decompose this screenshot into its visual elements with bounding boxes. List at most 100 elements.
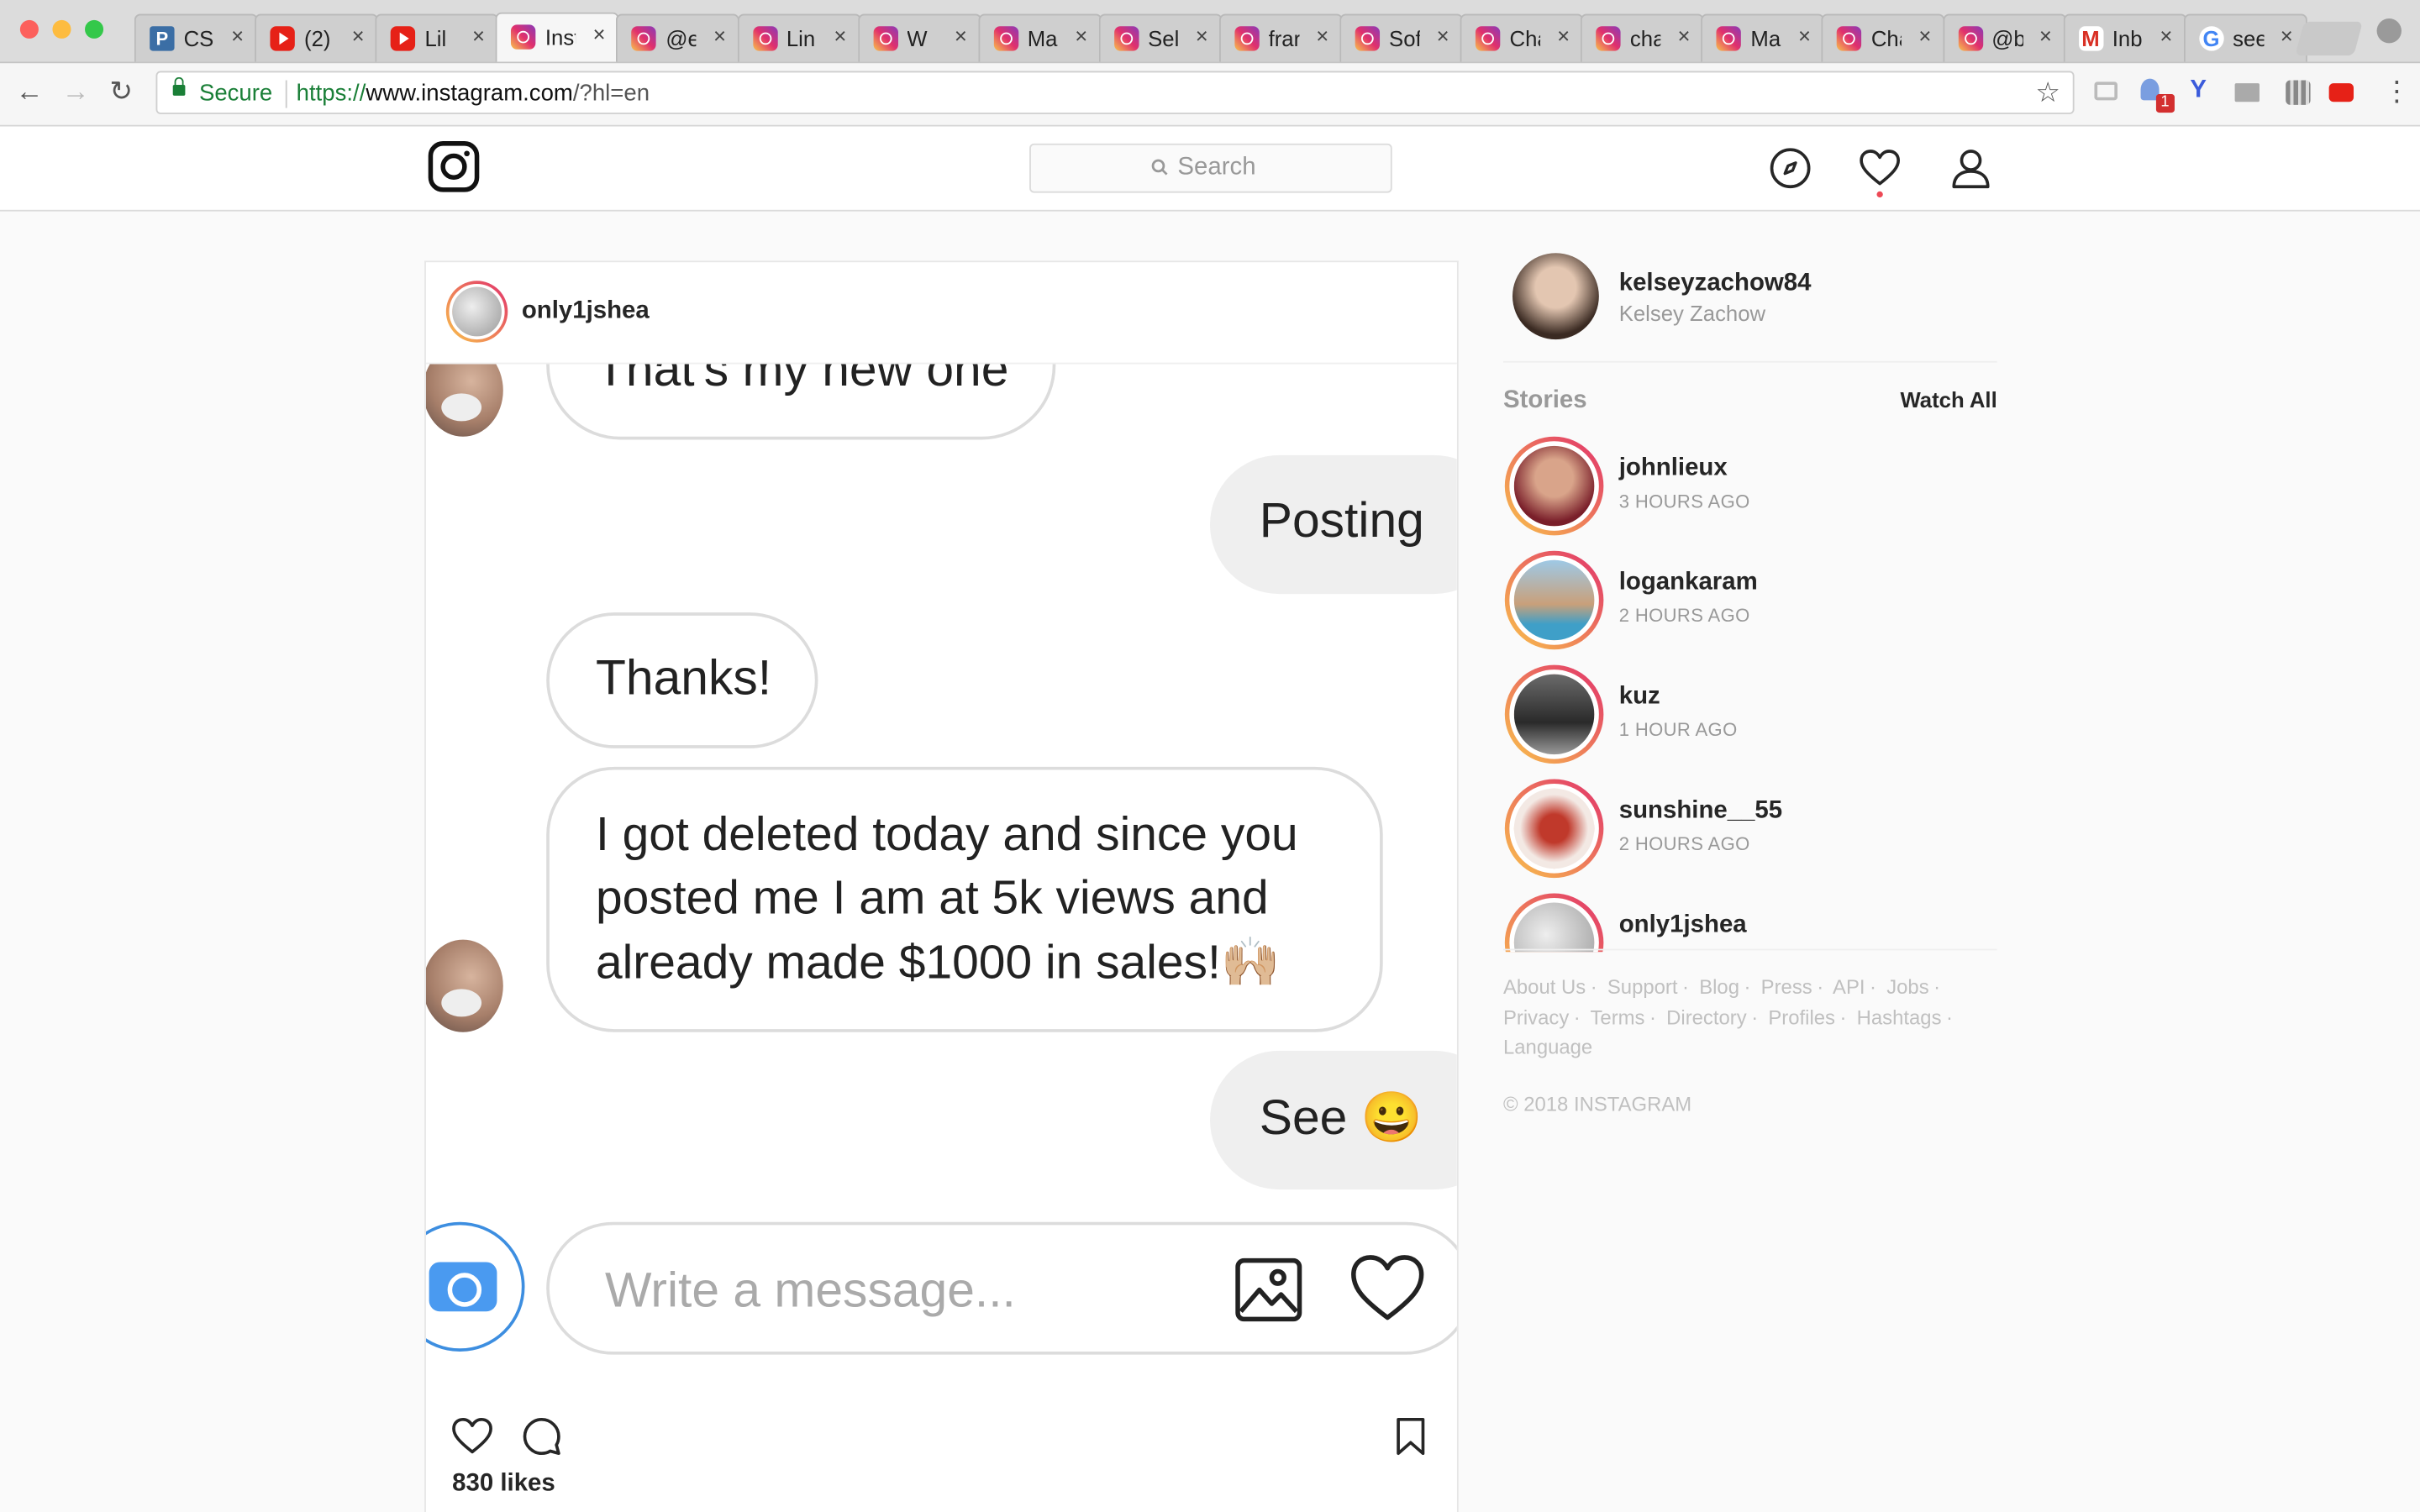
story-item[interactable]: only1jshea (1503, 893, 1997, 953)
tab-close-icon[interactable]: × (1196, 24, 1208, 48)
tab-close-icon[interactable]: × (1557, 24, 1570, 48)
new-tab-button[interactable] (2295, 21, 2363, 56)
browser-tab[interactable]: (2) × (255, 13, 379, 62)
tab-close-icon[interactable]: × (2160, 24, 2172, 48)
profile-person-icon[interactable] (1949, 146, 1992, 189)
watch-all-link[interactable]: Watch All (1900, 387, 1996, 412)
extension-badge: 1 (2155, 94, 2175, 113)
dm-message-bubble: Thanks! (546, 612, 818, 748)
browser-tab[interactable]: Cha × (1460, 13, 1584, 62)
footer-link[interactable]: Press (1761, 975, 1812, 999)
story-username: kuz (1618, 683, 1660, 710)
footer-link[interactable]: Blog (1699, 975, 1739, 999)
story-item[interactable]: kuz 1 HOUR AGO (1503, 664, 1997, 764)
url-path: /?hl=en (572, 80, 650, 107)
browser-tab[interactable]: Sel × (1098, 13, 1223, 62)
tab-close-icon[interactable]: × (1437, 24, 1449, 48)
browser-tab[interactable]: Cha × (1822, 13, 1946, 62)
dm-camera-button (425, 1221, 525, 1352)
extension-cast-icon[interactable] (2094, 81, 2118, 101)
extension-youtube-icon[interactable] (2328, 83, 2354, 102)
tab-close-icon[interactable]: × (472, 24, 485, 48)
extension-y-icon[interactable]: Y (2190, 77, 2214, 103)
browser-tab[interactable]: Lin × (737, 13, 860, 62)
footer-link[interactable]: Privacy (1503, 1005, 1569, 1029)
browser-tab[interactable]: Inst × (496, 12, 620, 62)
tab-close-icon[interactable]: × (713, 24, 726, 48)
address-bar[interactable]: Secure https://www.instagram.com/?hl=en … (155, 71, 2075, 114)
browser-tab[interactable]: Ma × (977, 13, 1102, 62)
tab-close-icon[interactable]: × (352, 24, 365, 48)
like-count[interactable]: 830 likes (452, 1470, 555, 1498)
browser-tab[interactable]: W × (857, 13, 981, 62)
footer-link[interactable]: Directory (1666, 1005, 1747, 1029)
browser-tab[interactable]: P CS × (134, 13, 258, 62)
browser-tab[interactable]: frar × (1218, 13, 1343, 62)
tab-close-icon[interactable]: × (1678, 24, 1691, 48)
browser-tab[interactable]: Sof × (1339, 13, 1464, 62)
tab-close-icon[interactable]: × (593, 22, 606, 46)
close-window-button[interactable] (19, 19, 39, 39)
browser-tab[interactable]: Gsee × (2183, 13, 2307, 62)
tab-close-icon[interactable]: × (955, 24, 967, 48)
tab-close-icon[interactable]: × (1798, 24, 1811, 48)
post-author-avatar[interactable] (445, 281, 508, 343)
extension-clapper-icon[interactable] (2234, 83, 2260, 102)
copyright-text: © 2018 INSTAGRAM (1502, 1092, 1692, 1116)
compass-explore-icon[interactable] (1769, 146, 1812, 189)
heart-activity-icon[interactable] (1858, 146, 1901, 189)
save-bookmark-icon[interactable] (1389, 1415, 1432, 1457)
post-author-username[interactable]: only1jshea (522, 297, 650, 325)
instagram-icon (872, 26, 898, 51)
footer-link[interactable]: Hashtags (1857, 1005, 1942, 1029)
reload-icon[interactable]: ↻ (109, 76, 133, 108)
bookmark-star-icon[interactable]: ☆ (2035, 77, 2060, 110)
tab-title: Lil (424, 26, 447, 51)
current-user-username[interactable]: kelseyzachow84 (1619, 270, 1812, 297)
search-input[interactable]: Search (1029, 143, 1392, 193)
footer-link[interactable]: Profiles (1768, 1005, 1835, 1029)
tab-close-icon[interactable]: × (1075, 24, 1087, 48)
tab-close-icon[interactable]: × (1918, 24, 1931, 48)
story-item[interactable]: logankaram 2 HOURS AGO (1503, 550, 1997, 650)
browser-tab[interactable]: Ma × (1701, 13, 1825, 62)
footer-link[interactable]: Terms (1590, 1005, 1644, 1029)
comment-bubble-icon[interactable] (520, 1415, 563, 1457)
footer-link[interactable]: API (1833, 975, 1865, 999)
minimize-window-button[interactable] (52, 19, 71, 39)
instagram-logo-icon[interactable] (428, 140, 480, 192)
like-heart-icon[interactable] (450, 1415, 493, 1457)
story-ring (1504, 550, 1604, 650)
extension-bars-icon[interactable] (2286, 80, 2311, 105)
browser-tab[interactable]: @b × (1942, 13, 2066, 62)
post-image-dm-screenshot[interactable]: That's my new one Posting Thanks! I got … (425, 362, 1457, 1397)
footer-separator: · (1751, 1005, 1759, 1029)
tab-close-icon[interactable]: × (1316, 24, 1328, 48)
dm-message-bubble: Posting (1210, 454, 1457, 595)
footer-link[interactable]: Language (1503, 1035, 1592, 1058)
story-item[interactable]: sunshine__55 2 HOURS AGO (1503, 779, 1997, 879)
back-arrow-icon[interactable]: ← (15, 76, 43, 108)
footer-link[interactable]: Jobs (1886, 975, 1928, 999)
current-user-avatar[interactable] (1512, 253, 1599, 340)
footer-link[interactable]: About Us (1503, 975, 1586, 999)
browser-tab[interactable]: M Inb × (2062, 13, 2186, 62)
instagram-icon (1234, 26, 1260, 51)
browser-tab[interactable]: Lil × (375, 13, 499, 62)
tab-close-icon[interactable]: × (2039, 24, 2052, 48)
maximize-window-button[interactable] (85, 19, 104, 39)
tab-close-icon[interactable]: × (231, 24, 244, 48)
heart-icon (1351, 1255, 1424, 1320)
browser-tab[interactable]: cha × (1581, 13, 1705, 62)
browser-toolbar: ← → ↻ Secure https://www.instagram.com/?… (0, 63, 2420, 127)
tab-title: Inb (2112, 26, 2143, 51)
story-item[interactable]: johnlieux 3 HOURS AGO (1503, 436, 1997, 536)
browser-menu-icon[interactable]: ⋮ (2383, 76, 2411, 108)
tab-close-icon[interactable]: × (834, 24, 846, 48)
footer-link[interactable]: Support (1607, 975, 1678, 999)
footer-separator: · (1682, 974, 1690, 999)
forward-arrow-icon[interactable]: → (61, 76, 89, 108)
browser-profile-icon[interactable] (2376, 18, 2402, 44)
tab-close-icon[interactable]: × (2281, 24, 2293, 48)
browser-tab[interactable]: @e × (616, 13, 740, 62)
